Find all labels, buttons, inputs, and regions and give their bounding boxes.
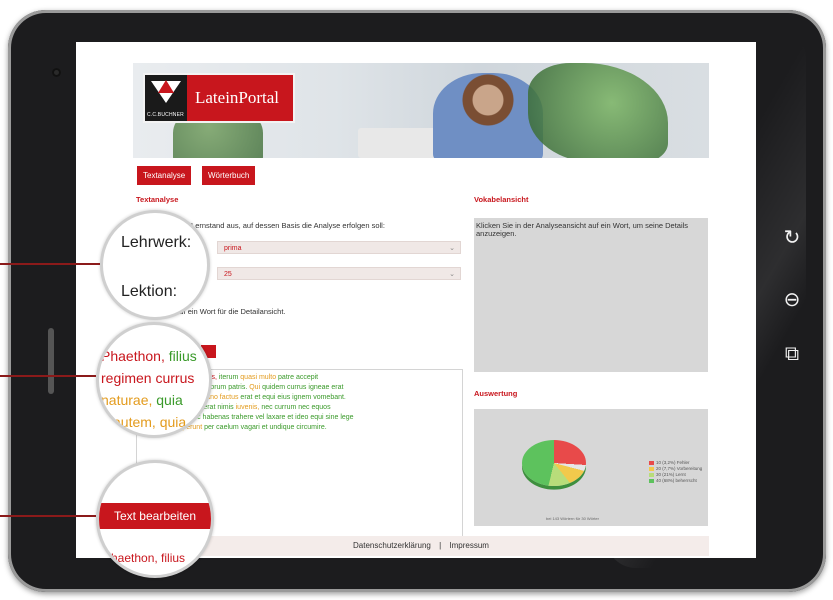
footer-separator: | — [439, 541, 442, 550]
lektion-value: 25 — [224, 271, 232, 278]
privacy-link[interactable]: Datenschutzerklärung — [353, 541, 431, 550]
latin-word[interactable]: erat — [331, 384, 343, 391]
chevron-down-icon: ⌄ — [449, 245, 455, 252]
latin-word[interactable]: per caelum vagari et undique circumire. — [204, 424, 327, 431]
imprint-link[interactable]: Impressum — [449, 541, 489, 550]
mag-line4: autem, quia — [113, 414, 187, 430]
latin-word[interactable]: erat — [240, 394, 254, 401]
magnifier-latin: Phaethon, filius regimen currus naturae,… — [96, 322, 212, 438]
tab-woerterbuch[interactable]: Wörterbuch — [202, 166, 256, 185]
footer: Datenschutzerklärung | Impressum — [133, 536, 709, 556]
latin-word[interactable]: nimis — [217, 404, 235, 411]
vokabel-panel: Klicken Sie in der Analyseansicht auf ei… — [474, 218, 708, 372]
mag-line2: regimen currus — [101, 370, 195, 386]
mag-bottom-text: Phaethon, filius — [103, 551, 186, 565]
header-banner: C.C.BUCHNER LateinPortal — [133, 63, 709, 158]
exit-icon[interactable]: ⊖ — [779, 287, 805, 312]
mag-lektion-label: Lektion: — [121, 283, 178, 300]
tab-textanalyse[interactable]: Textanalyse — [137, 166, 192, 185]
site-logo[interactable]: C.C.BUCHNER LateinPortal — [143, 73, 295, 123]
latin-word[interactable]: et equi eius ignem vomebant. — [254, 394, 345, 401]
lehrwerk-value: prima — [224, 245, 242, 252]
copy-icon[interactable]: ⧉ — [779, 343, 805, 366]
evaluation-pie-chart — [522, 439, 586, 487]
latin-word[interactable]: multo — [259, 374, 278, 381]
latin-word[interactable]: accepit — [296, 374, 318, 381]
pie-legend: 10 (3,2%) Fehler 20 (7,7%) Vorbereitung … — [649, 460, 702, 484]
rotate-icon[interactable]: ↻ — [779, 225, 805, 250]
lektion-select[interactable]: 25 ⌄ — [217, 267, 461, 280]
buchner-logo-icon: C.C.BUCHNER — [145, 75, 187, 121]
latin-word[interactable]: igneae — [308, 384, 331, 391]
chevron-down-icon: ⌄ — [449, 271, 455, 278]
pointer-line-lehrwerk — [0, 263, 100, 265]
legend-item: 40 (68%) beherrscht — [649, 478, 702, 484]
latin-word[interactable]: quidem — [262, 384, 287, 391]
latin-word[interactable]: currus — [287, 384, 308, 391]
latin-line: vagari coeperunt per caelum vagari et un… — [150, 423, 455, 433]
banner-person-photo — [433, 73, 543, 158]
front-camera — [52, 68, 61, 77]
magnifier-button: Text bearbeiten Phaethon, filius — [96, 460, 214, 578]
latin-word[interactable]: iterum — [219, 374, 240, 381]
logo-title: LateinPortal — [195, 88, 280, 107]
vokabel-hint: Klicken Sie in der Analyseansicht auf ei… — [476, 221, 689, 238]
mag-text-bearbeiten-button[interactable]: Text bearbeiten — [99, 503, 211, 529]
latin-word[interactable]: quasi — [240, 374, 259, 381]
banner-laptop — [358, 128, 438, 158]
mag-lehrwerk-label: Lehrwerk: — [121, 234, 192, 251]
latin-word[interactable]: nec currum nec equos — [261, 404, 330, 411]
pointer-line-button — [0, 515, 96, 517]
latin-word[interactable]: iuvenis, — [236, 404, 262, 411]
mag-line1: Phaethon, filius — [101, 348, 197, 364]
latin-word[interactable]: factus — [220, 394, 241, 401]
latin-word[interactable]: Qui — [249, 384, 262, 391]
latin-word[interactable]: patre — [278, 374, 296, 381]
vokabel-title: Vokabelansicht — [474, 195, 529, 204]
banner-plant-right — [528, 63, 668, 158]
pointer-line-latin — [0, 375, 96, 377]
pie-caption: bei 143 Wörtern für 30 Wörter — [546, 516, 599, 521]
home-button[interactable] — [48, 328, 54, 394]
latin-word[interactable]: habenas — [203, 414, 232, 421]
mag-line3: naturae, quia — [101, 392, 183, 408]
lehrwerk-select[interactable]: prima ⌄ — [217, 241, 461, 254]
latin-word[interactable]: patris. — [228, 384, 249, 391]
auswertung-title: Auswertung — [474, 389, 518, 398]
latin-word[interactable]: trahere vel laxare et ideo equi sine leg… — [231, 414, 353, 421]
magnifier-lehrwerk: Lehrwerk: Lektion: — [100, 210, 210, 320]
textanalyse-title: Textanalyse — [136, 195, 179, 204]
